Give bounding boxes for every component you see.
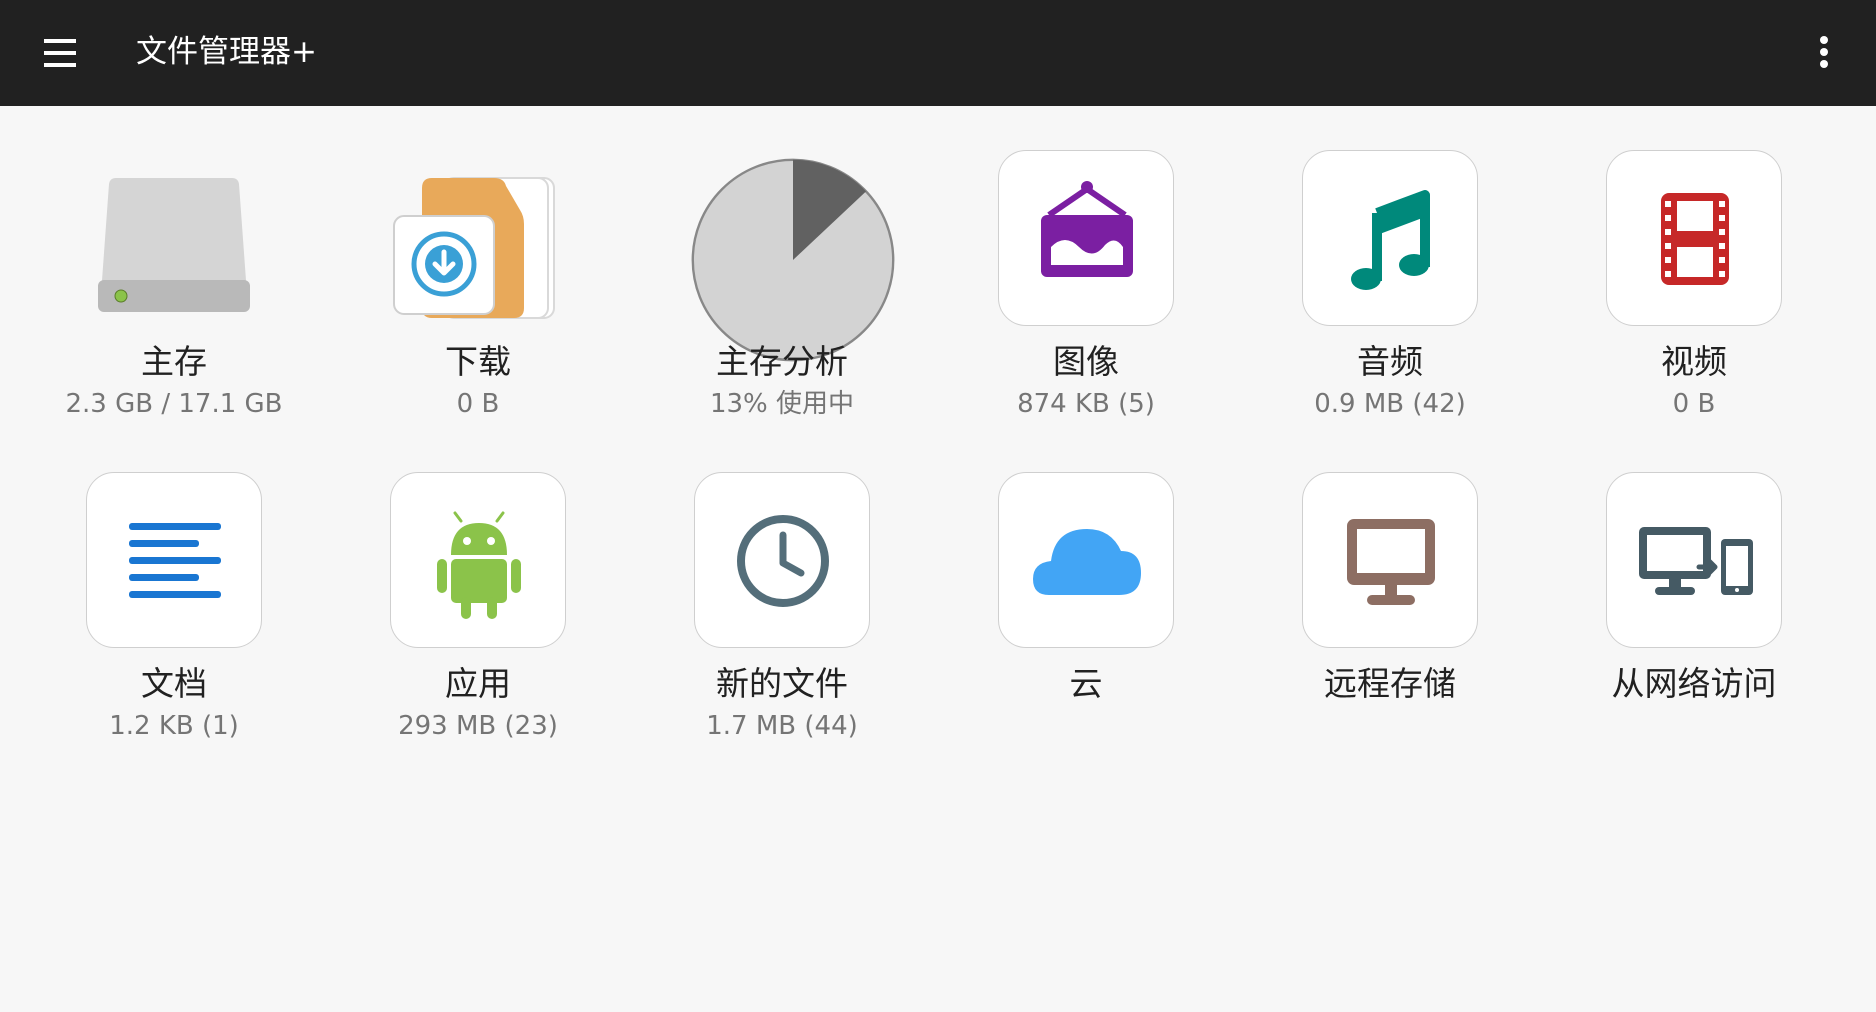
tile-recent-files[interactable]: 新的文件 1.7 MB (44) [630,462,934,762]
tile-primary-storage[interactable]: 主存 2.3 GB / 17.1 GB [22,140,326,440]
cloud-icon-box [998,472,1174,648]
tile-sub: 0.9 MB (42) [1314,389,1466,419]
app-bar: 文件管理器+ [0,0,1876,106]
tile-label: 新的文件 [716,664,848,703]
tile-label: 主存分析 [716,342,848,381]
tile-network-access[interactable]: 从网络访问 [1542,462,1846,762]
hard-drive-icon [86,150,262,326]
clock-icon [737,515,829,607]
tile-remote-storage[interactable]: 远程存储 [1238,462,1542,762]
android-icon-box [390,472,566,648]
tile-sub: 874 KB (5) [1017,389,1155,419]
tile-storage-analysis[interactable]: 主存分析 13% 使用中 [630,140,934,440]
tile-sub: 1.7 MB (44) [706,711,858,741]
film-icon-box [1606,150,1782,326]
cloud-icon [1033,529,1141,595]
tile-label: 视频 [1661,342,1727,381]
tile-label: 主存 [141,342,207,381]
android-icon [437,511,521,619]
tile-label: 从网络访问 [1611,664,1777,703]
music-icon-box [1302,150,1478,326]
monitor-icon [1347,519,1435,605]
music-note-icon [1351,190,1430,290]
tile-images[interactable]: 图像 874 KB (5) [934,140,1238,440]
film-icon [1661,193,1729,285]
tile-label: 应用 [445,664,511,703]
network-devices-icon [1639,527,1753,595]
storage-pie-icon [691,150,895,362]
tile-audio[interactable]: 音频 0.9 MB (42) [1238,140,1542,440]
tile-video[interactable]: 视频 0 B [1542,140,1846,440]
tile-downloads[interactable]: 下载 0 B [326,140,630,440]
tile-label: 音频 [1357,342,1423,381]
document-icon-box [86,472,262,648]
tile-documents[interactable]: 文档 1.2 KB (1) [22,462,326,762]
clock-icon-box [694,472,870,648]
tile-sub: 2.3 GB / 17.1 GB [65,389,283,419]
image-icon-box [998,150,1174,326]
tile-label: 远程存储 [1324,664,1456,703]
tile-label: 云 [1069,664,1103,703]
tile-label: 下载 [445,342,511,381]
hamburger-menu-icon[interactable] [40,33,80,73]
more-vert-icon[interactable] [1806,30,1842,74]
tile-cloud[interactable]: 云 [934,462,1238,762]
app-title: 文件管理器+ [136,34,317,70]
network-icon-box [1606,472,1782,648]
tile-sub: 0 B [456,389,500,419]
monitor-icon-box [1302,472,1478,648]
tile-sub: 0 B [1672,389,1716,419]
tile-sub: 1.2 KB (1) [109,711,239,741]
tile-label: 文档 [141,664,207,703]
download-folder-icon [390,150,566,326]
image-icon [1041,181,1133,277]
tile-sub: 293 MB (23) [398,711,558,741]
tile-label: 图像 [1053,342,1119,381]
tile-sub: 13% 使用中 [709,389,855,419]
document-icon [129,523,221,598]
tile-apps[interactable]: 应用 293 MB (23) [326,462,630,762]
